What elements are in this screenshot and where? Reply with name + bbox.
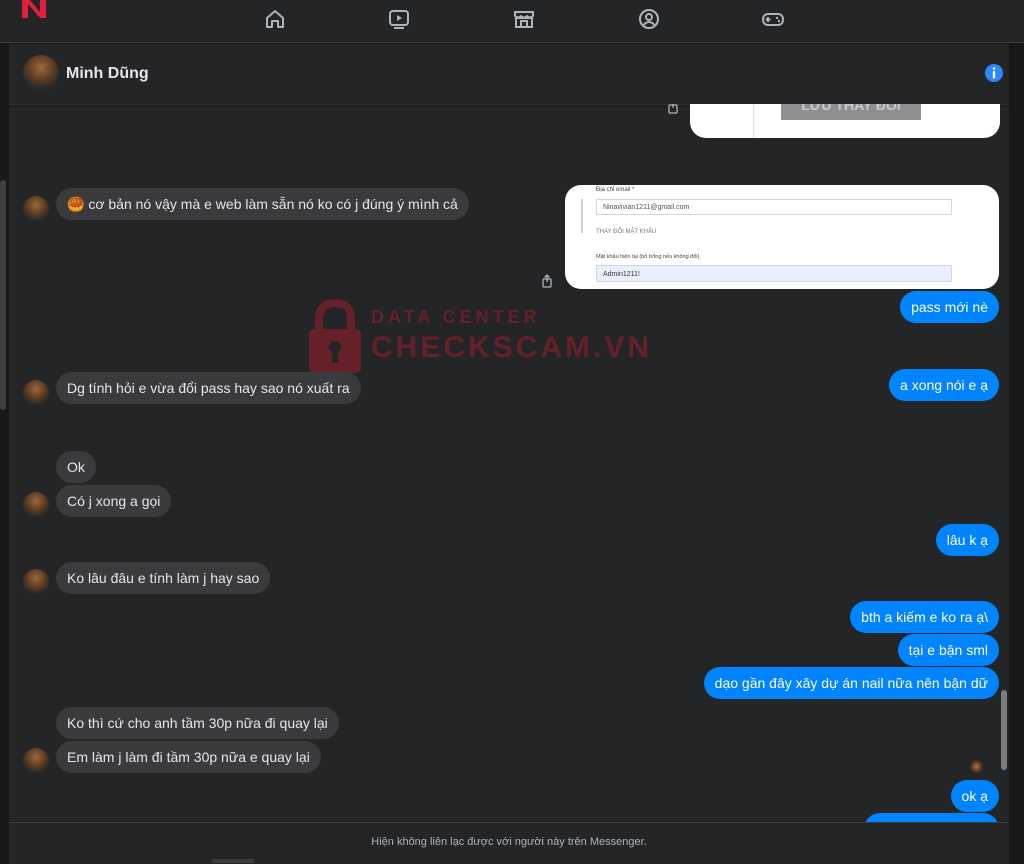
received-message[interactable]: Dg tính hỏi e vừa đổi pass hay sao nó xu… <box>56 372 361 404</box>
password-field-image: Admin1211! <box>596 265 952 282</box>
read-receipt-avatar <box>970 760 983 773</box>
contact-avatar-small[interactable] <box>23 492 49 518</box>
section-title-image: THAY ĐỔI MẬT KHẨU <box>596 229 657 235</box>
sent-message[interactable]: tại e bận sml <box>897 634 999 666</box>
brand-logo[interactable] <box>20 0 50 24</box>
image-divider <box>581 199 583 233</box>
sent-message[interactable]: pass mới nè <box>900 291 999 323</box>
checkscam-watermark: DATA CENTER CHECKSCAM.VN <box>305 297 649 377</box>
contact-avatar-small[interactable] <box>23 569 49 595</box>
image-message-partial[interactable]: LƯU THAY ĐỔI <box>690 104 1000 138</box>
contact-name[interactable]: Minh Dũng <box>66 65 149 83</box>
contact-avatar-small[interactable] <box>23 380 49 406</box>
sent-message[interactable]: ok ạ <box>950 780 999 812</box>
message-list-scrollbar[interactable] <box>1001 690 1007 770</box>
sent-message[interactable]: em làm trận game <box>864 813 999 822</box>
watermark-line1: DATA CENTER <box>371 307 541 327</box>
received-message[interactable]: Em làm j làm đi tầm 30p nữa e quay lại <box>56 741 321 773</box>
image-divider <box>753 104 754 138</box>
gaming-icon[interactable] <box>760 6 786 32</box>
chat-header: Minh Dũng <box>9 44 1009 105</box>
save-changes-button-image: LƯU THAY ĐỔI <box>781 104 921 120</box>
password-label-image: Mật khẩu hiện tại (bỏ trống nếu không đổ… <box>596 254 700 260</box>
email-label-image: Địa chỉ email * <box>596 187 635 193</box>
watch-icon[interactable] <box>386 6 412 32</box>
message-list[interactable]: LƯU THAY ĐỔI 🥮 cơ bản nó vậy mà e web là… <box>9 104 1009 822</box>
received-message[interactable]: Ko lâu đâu e tính làm j hay sao <box>56 562 271 594</box>
email-field-image: Ninavivian1211@gmail.com <box>596 199 952 215</box>
info-icon[interactable] <box>984 63 1004 83</box>
received-message[interactable]: 🥮 cơ bản nó vậy mà e web làm sẵn nó ko c… <box>56 188 469 220</box>
left-panel-scrollbar[interactable] <box>0 180 6 410</box>
top-navigation-bar <box>0 0 1024 43</box>
contact-avatar-small[interactable] <box>23 196 49 222</box>
received-message[interactable]: Ok <box>56 451 96 483</box>
watermark-line2: CHECKSCAM.VN <box>371 331 653 364</box>
received-message[interactable]: Ko thì cứ cho anh tầm 30p nữa đi quay lạ… <box>56 707 339 739</box>
sent-message[interactable]: a xong nói e ạ <box>889 369 999 401</box>
home-icon[interactable] <box>262 6 288 32</box>
share-icon[interactable] <box>540 274 554 288</box>
share-icon[interactable] <box>666 104 680 114</box>
contact-avatar[interactable] <box>23 55 59 91</box>
contact-avatar-small[interactable] <box>23 748 49 774</box>
lock-icon <box>309 298 361 373</box>
sent-message[interactable]: dạo gần đây xây dự án nail nữa nên bận d… <box>703 667 999 699</box>
sent-message[interactable]: bth a kiếm e ko ra ạ\ <box>850 601 999 633</box>
image-message[interactable]: Địa chỉ email * Ninavivian1211@gmail.com… <box>565 185 999 289</box>
unavailable-notice: Hiện không liên lạc được với người này t… <box>371 836 647 848</box>
sent-message[interactable]: lâu k ạ <box>935 524 999 556</box>
chat-footer: Hiện không liên lạc được với người này t… <box>9 822 1009 864</box>
chat-window: Minh Dũng LƯU THAY ĐỔI 🥮 cơ bản nó vậy m… <box>9 44 1009 864</box>
groups-icon[interactable] <box>636 6 662 32</box>
received-message[interactable]: Có j xong a gọi <box>56 485 172 517</box>
bottom-edge-tab <box>212 859 254 863</box>
marketplace-icon[interactable] <box>511 6 537 32</box>
